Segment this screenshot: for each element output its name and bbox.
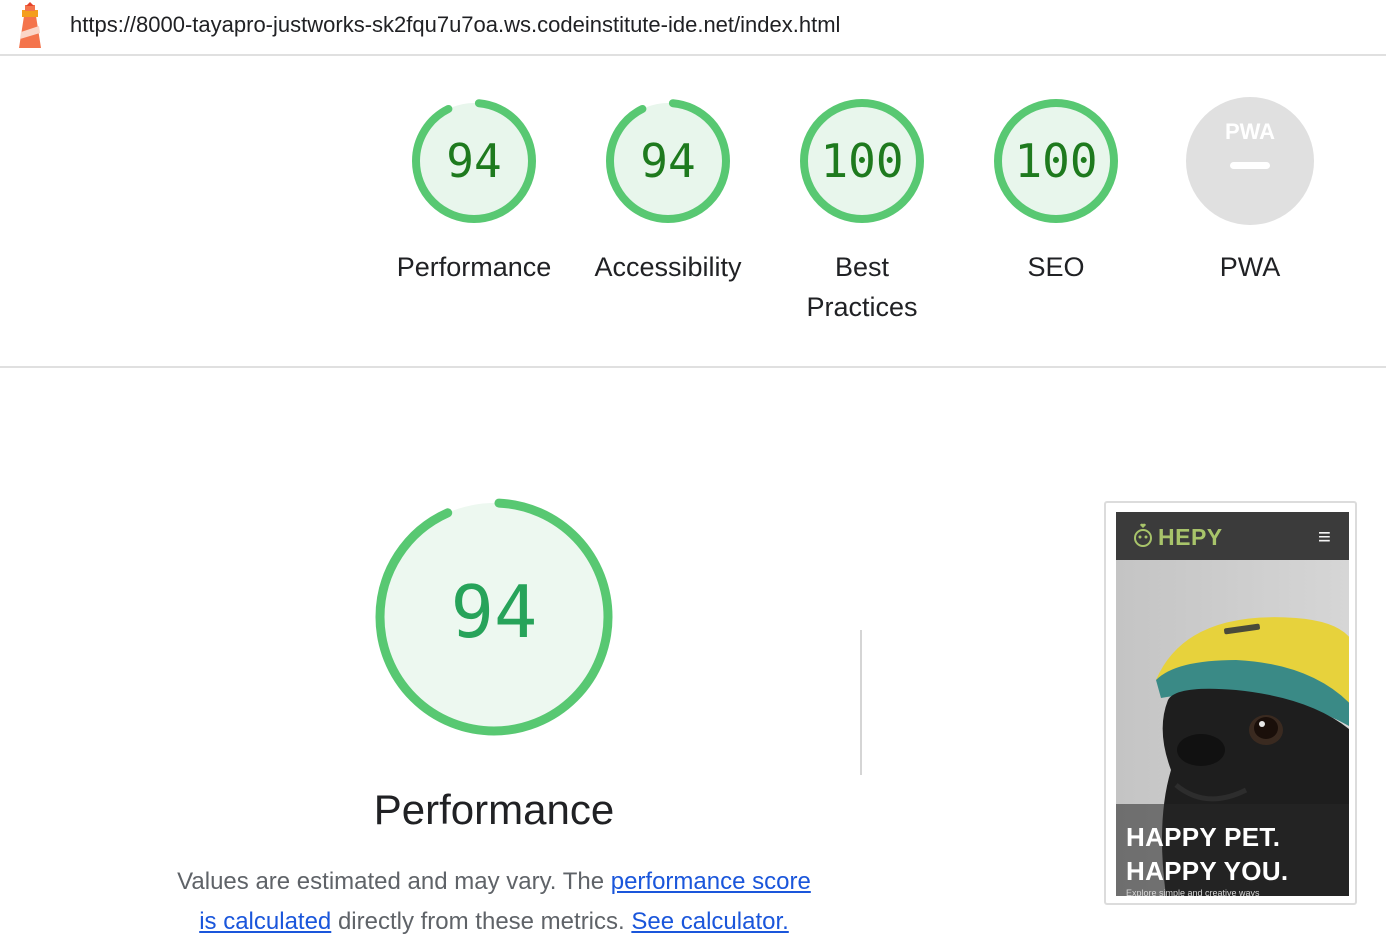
pwa-badge-icon: PWA [1225,119,1275,144]
hamburger-menu-icon: ≡ [1318,524,1331,549]
gauge-accessibility-ring: 94 [606,99,730,223]
gauge-seo[interactable]: 100 SEO [966,95,1146,287]
desc-text-1: Values are estimated and may vary. The [177,868,611,895]
performance-main-score: 94 [451,570,538,654]
gauge-performance-score: 94 [446,134,501,188]
gauge-performance-label: Performance [396,252,552,282]
gauge-seo-label: SEO [1027,252,1085,282]
gauge-accessibility-label: Accessibility [594,252,742,282]
thumb-hero-line1: HAPPY PET. [1126,822,1281,852]
lighthouse-icon [19,2,41,48]
performance-title: Performance [373,786,615,833]
gauge-best-practices-score: 100 [820,134,903,188]
performance-main-gauge: 94 [375,498,613,736]
thumb-hero-overlay: HAPPY PET. HAPPY YOU. Explore simple and… [1116,804,1349,896]
gauge-best-practices[interactable]: 100 Best Practices [772,95,952,327]
gauge-pwa-ring: PWA [1186,97,1314,225]
thumb-hero-line2: HAPPY YOU. [1126,856,1289,886]
gauge-seo-ring: 100 [994,99,1118,223]
final-screenshot-frame[interactable]: HEPY ≡ HAPPY PET. HAPPY YOU. Explore sim… [1104,501,1357,905]
thumb-hero-subtext: Explore simple and creative ways [1126,888,1260,896]
gauge-best-practices-ring: 100 [800,99,924,223]
pwa-dash-icon [1230,162,1270,169]
gauge-seo-score: 100 [1014,134,1097,188]
section-divider [0,366,1386,368]
desc-text-2: directly from these metrics. [331,908,632,935]
gauge-best-practices-label-line2: Practices [806,292,918,322]
gauge-performance-ring: 94 [412,99,536,223]
page-url: https://8000-tayapro-justworks-sk2fqu7u7… [70,12,841,37]
report-header: https://8000-tayapro-justworks-sk2fqu7u7… [0,0,1386,56]
thumb-brand: HEPY [1158,524,1223,550]
gauge-accessibility[interactable]: 94 Accessibility [578,95,758,287]
performance-description: Values are estimated and may vary. The p… [166,862,822,942]
see-calculator-link[interactable]: See calculator. [631,908,788,935]
thumb-navbar: HEPY ≡ [1116,512,1349,560]
gauge-best-practices-label: Best Practices [772,247,952,327]
vertical-divider [860,630,862,775]
category-gauges: 94 Performance 94 Accessibility 100 Best… [0,57,1386,367]
gauge-performance[interactable]: 94 Performance [384,95,564,287]
gauge-pwa[interactable]: PWA PWA [1160,95,1340,287]
gauge-accessibility-score: 94 [640,134,695,188]
paw-heart-logo-icon [1134,523,1152,547]
gauge-pwa-label: PWA [1219,252,1281,282]
gauge-best-practices-label-line1: Best [834,252,890,282]
final-screenshot: HEPY ≡ HAPPY PET. HAPPY YOU. Explore sim… [1116,512,1349,896]
